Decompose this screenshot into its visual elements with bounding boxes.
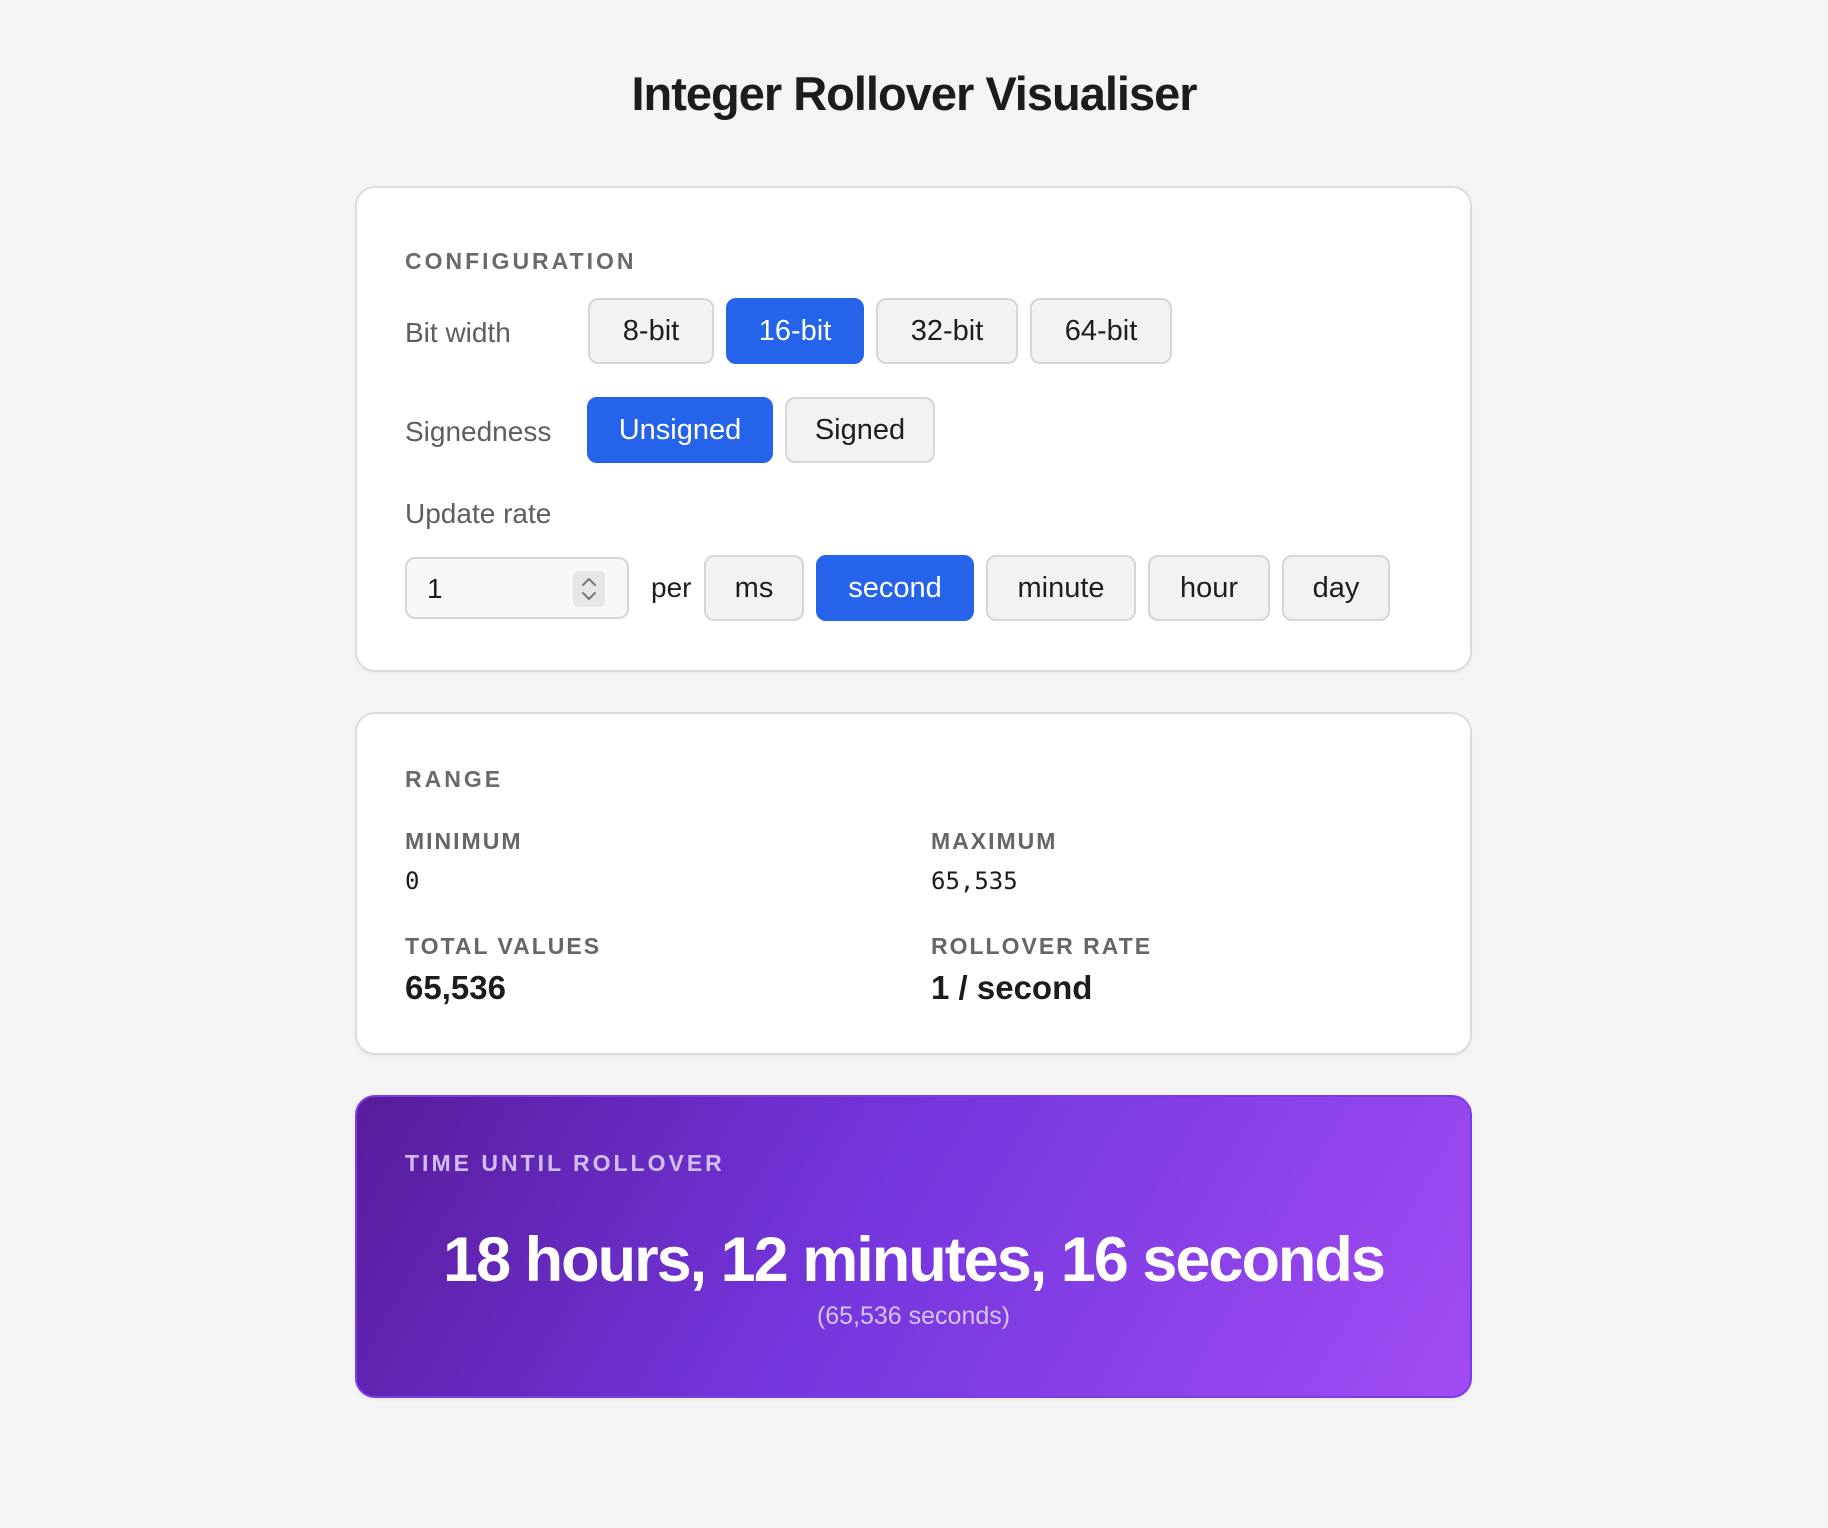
unit-option-day[interactable]: day [1282,555,1390,621]
range-heading: RANGE [405,766,504,792]
unit-option-ms[interactable]: ms [704,555,804,621]
per-label: per [651,572,692,603]
bit-width-option-32[interactable]: 32-bit [876,298,1018,364]
minimum-label: MINIMUM [405,828,523,854]
rollover-card: TIME UNTIL ROLLOVER 18 hours, 12 minutes… [355,1095,1472,1398]
rollover-detail: (65,536 seconds) [816,1302,1011,1330]
spinner-stepper[interactable] [573,571,605,607]
rollover-heading: TIME UNTIL ROLLOVER [405,1150,725,1176]
rollover-rate-label: ROLLOVER RATE [931,933,1153,959]
update-rate-input[interactable]: 1 [405,557,629,619]
signedness-option-signed[interactable]: Signed [785,397,935,463]
maximum-value: 65,535 [931,867,1018,895]
signedness-option-unsigned[interactable]: Unsigned [587,397,773,463]
unit-option-minute[interactable]: minute [986,555,1136,621]
rollover-duration: 18 hours, 12 minutes, 16 seconds [443,1225,1386,1295]
maximum-label: MAXIMUM [931,828,1058,854]
minimum-value: 0 [405,867,420,895]
page-title: Integer Rollover Visualiser [631,67,1197,120]
bit-width-option-8[interactable]: 8-bit [588,298,714,364]
update-rate-value: 1 [427,573,443,604]
rollover-rate-value: 1 / second [931,969,1093,1006]
unit-option-hour[interactable]: hour [1148,555,1270,621]
range-card: RANGE MINIMUM 0 MAXIMUM 65,535 TOTAL VAL… [355,712,1472,1055]
spinner-arrows-icon [582,578,596,600]
signedness-label: Signedness [405,416,552,447]
bit-width-option-64[interactable]: 64-bit [1030,298,1172,364]
bit-width-option-16[interactable]: 16-bit [726,298,864,364]
total-values-label: TOTAL VALUES [405,933,602,959]
update-rate-label: Update rate [405,498,552,529]
configuration-heading: CONFIGURATION [405,248,637,274]
bit-width-label: Bit width [405,317,511,348]
configuration-card: CONFIGURATION Bit width 8-bit 16-bit 32-… [355,186,1472,672]
unit-option-second[interactable]: second [816,555,974,621]
total-values-value: 65,536 [405,969,506,1006]
